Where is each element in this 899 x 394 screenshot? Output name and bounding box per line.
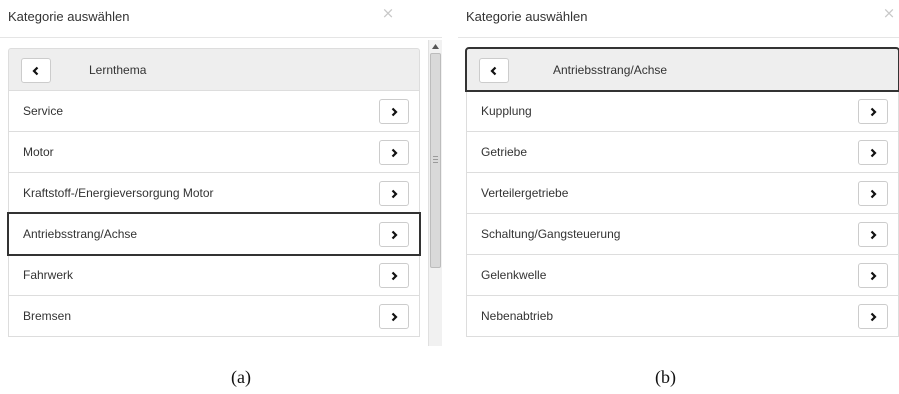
open-category-button[interactable] [379, 304, 409, 329]
chevron-right-icon [391, 230, 398, 239]
list-item[interactable]: Nebenabtrieb [466, 295, 899, 337]
list-item[interactable]: Service [8, 90, 420, 132]
chevron-left-icon [32, 66, 39, 75]
chevron-right-icon [870, 312, 877, 321]
category-modal-a: Kategorie auswählen × Lernthema Service … [0, 0, 442, 346]
list-item-label: Gelenkwelle [481, 268, 547, 282]
open-category-button[interactable] [858, 263, 888, 288]
list-item-label: Antriebsstrang/Achse [23, 227, 138, 241]
open-category-button[interactable] [858, 181, 888, 206]
modal-header: Kategorie auswählen × [0, 0, 442, 38]
list-item[interactable]: Verteilergetriebe [466, 172, 899, 214]
list-item-label: Nebenabtrieb [481, 309, 554, 323]
close-icon[interactable]: × [380, 5, 396, 21]
category-list: Antriebsstrang/Achse Kupplung Getriebe V… [465, 47, 899, 337]
scroll-up-arrow-icon[interactable] [429, 40, 442, 53]
breadcrumb-title: Lernthema [89, 63, 147, 77]
open-category-button[interactable] [379, 99, 409, 124]
figure-caption-b: (b) [655, 367, 676, 387]
back-button[interactable] [21, 58, 51, 83]
list-item[interactable]: Motor [8, 131, 420, 173]
open-category-button[interactable] [379, 181, 409, 206]
category-modal-b: Kategorie auswählen × Antriebsstrang/Ach… [458, 0, 899, 346]
breadcrumb-row-highlighted: Antriebsstrang/Achse [465, 47, 899, 92]
chevron-right-icon [391, 148, 398, 157]
list-item[interactable]: Kupplung [466, 90, 899, 132]
modal-title: Kategorie auswählen [466, 9, 588, 24]
back-button[interactable] [479, 58, 509, 83]
scrollbar-thumb[interactable] [430, 53, 441, 268]
list-item[interactable]: Fahrwerk [8, 254, 420, 296]
list-item-label: Service [23, 104, 64, 118]
list-item[interactable]: Schaltung/Gangsteuerung [466, 213, 899, 255]
list-item[interactable]: Bremsen [8, 295, 420, 337]
list-item-label: Schaltung/Gangsteuerung [481, 227, 621, 241]
list-item-label: Kupplung [481, 104, 532, 118]
list-item[interactable]: Getriebe [466, 131, 899, 173]
chevron-right-icon [391, 189, 398, 198]
chevron-right-icon [870, 107, 877, 116]
breadcrumb-row: Lernthema [8, 48, 420, 91]
open-category-button[interactable] [858, 99, 888, 124]
open-category-button[interactable] [379, 140, 409, 165]
open-category-button[interactable] [379, 263, 409, 288]
list-item[interactable]: Kraftstoff-/Energieversorgung Motor [8, 172, 420, 214]
open-category-button[interactable] [379, 222, 409, 247]
list-item-label: Motor [23, 145, 54, 159]
list-item[interactable]: Gelenkwelle [466, 254, 899, 296]
chevron-right-icon [870, 189, 877, 198]
chevron-right-icon [391, 271, 398, 280]
chevron-right-icon [391, 312, 398, 321]
close-icon[interactable]: × [881, 5, 897, 21]
open-category-button[interactable] [858, 140, 888, 165]
list-item-highlighted[interactable]: Antriebsstrang/Achse [7, 212, 421, 256]
chevron-right-icon [870, 271, 877, 280]
chevron-right-icon [870, 230, 877, 239]
breadcrumb-title: Antriebsstrang/Achse [553, 63, 668, 77]
open-category-button[interactable] [858, 304, 888, 329]
open-category-button[interactable] [858, 222, 888, 247]
modal-header: Kategorie auswählen × [458, 0, 899, 38]
list-item-label: Getriebe [481, 145, 528, 159]
figure-caption-a: (a) [231, 367, 251, 387]
list-item-label: Verteilergetriebe [481, 186, 569, 200]
modal-title: Kategorie auswählen [8, 9, 130, 24]
category-list: Lernthema Service Motor Kraftstoff-/Ener… [7, 48, 421, 337]
list-item-label: Kraftstoff-/Energieversorgung Motor [23, 186, 214, 200]
vertical-scrollbar[interactable] [428, 40, 442, 346]
chevron-left-icon [490, 66, 497, 75]
list-item-label: Fahrwerk [23, 268, 74, 282]
scrollbar-grip-icon [433, 156, 438, 163]
chevron-right-icon [391, 107, 398, 116]
list-item-label: Bremsen [23, 309, 72, 323]
chevron-right-icon [870, 148, 877, 157]
